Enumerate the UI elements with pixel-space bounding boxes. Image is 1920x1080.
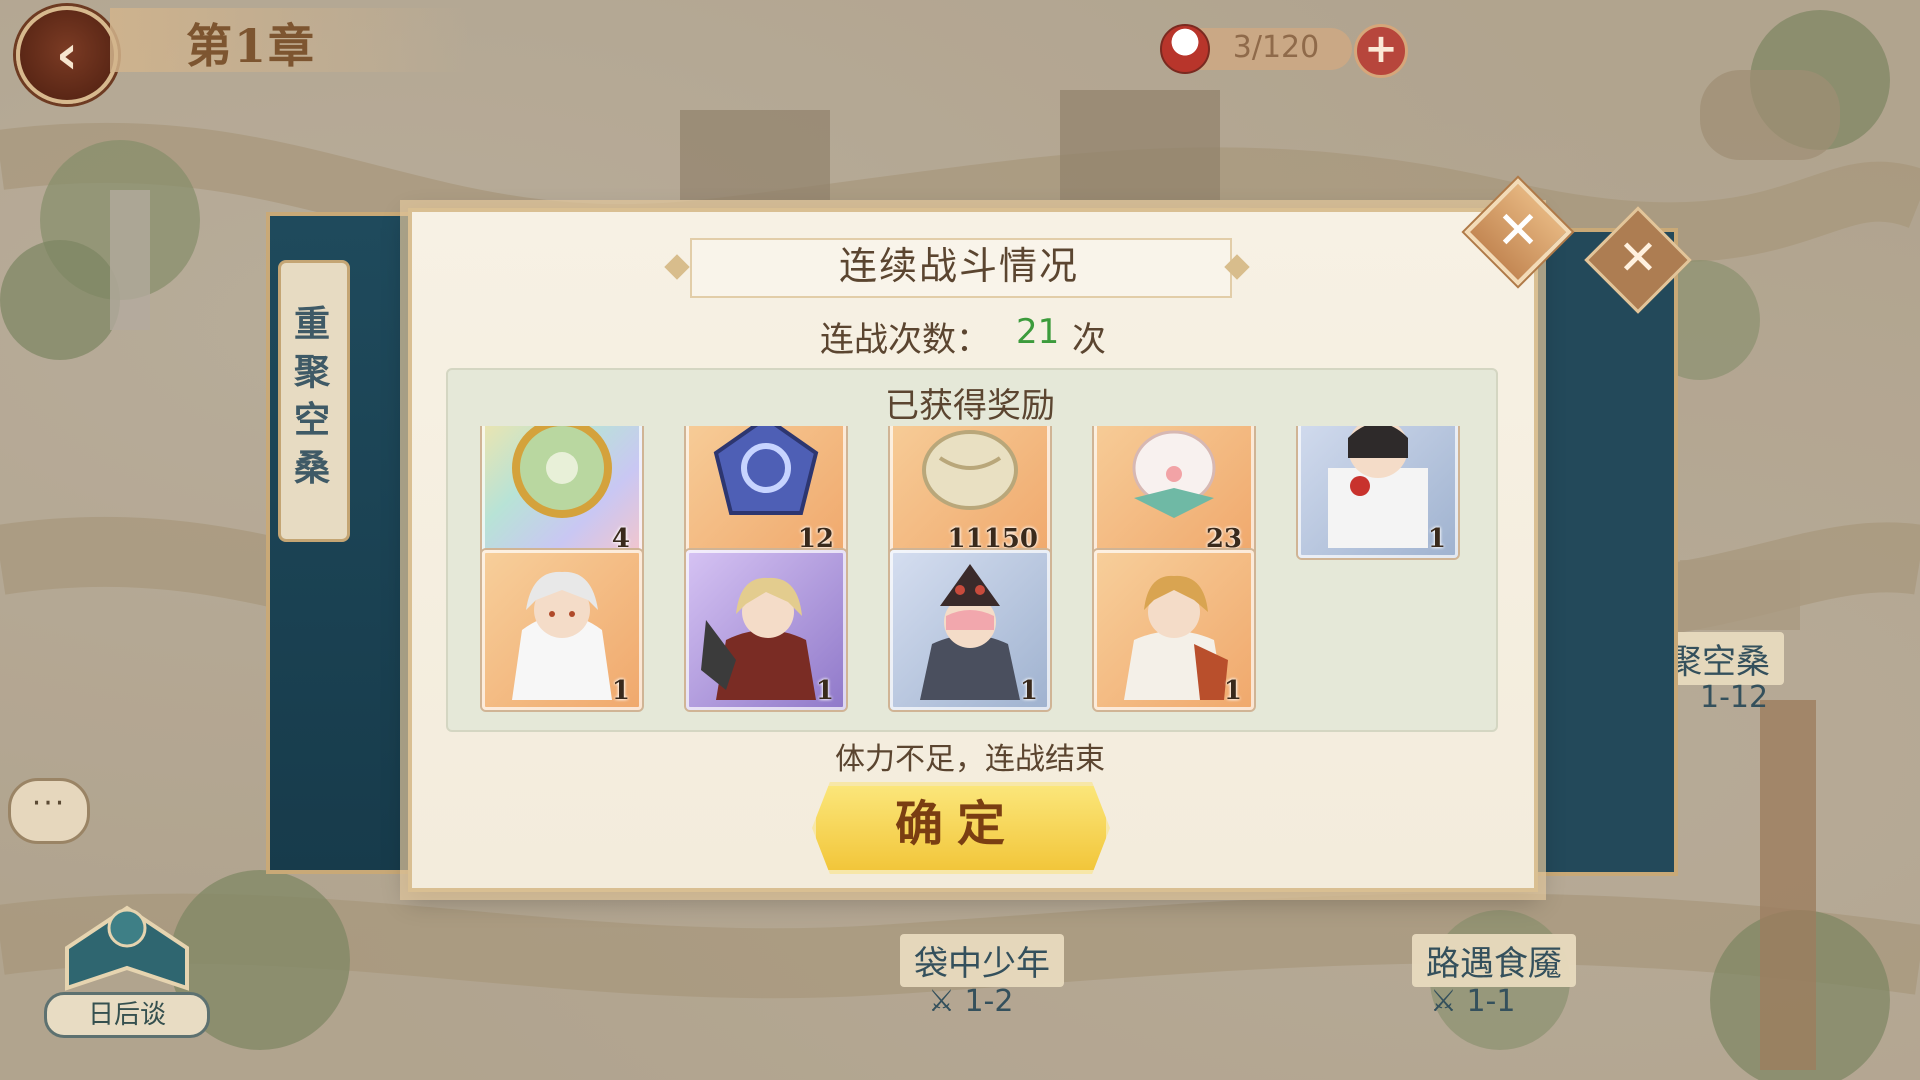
reward-item-card[interactable]: 23 — [1094, 426, 1254, 558]
reward-count: 1 — [815, 676, 834, 706]
reward-count: 1 — [1427, 524, 1446, 554]
stage-code: 1-1 — [1466, 984, 1516, 1019]
reward-character-card[interactable]: 1 — [890, 550, 1050, 710]
chapter-title: 第1章 — [186, 19, 317, 73]
stage-sub-1-2: ⚔ 1-2 — [928, 984, 1014, 1019]
stage-label-1-1[interactable]: 路遇食魇 — [1412, 934, 1576, 987]
reward-count: 1 — [611, 676, 630, 706]
reward-item-card[interactable]: 4 — [482, 426, 642, 558]
back-button[interactable]: ‹ — [16, 6, 118, 104]
chat-bubble-button[interactable]: ··· — [8, 778, 90, 844]
close-x-icon: ✕ — [1617, 230, 1659, 286]
epilogue-button[interactable]: 日后谈 — [44, 992, 210, 1038]
back-arrow-icon: ‹ — [55, 23, 79, 86]
book-icon[interactable] — [52, 888, 202, 998]
reward-title: 已获得奖励 — [885, 386, 1055, 426]
add-stamina-button[interactable]: + — [1354, 24, 1408, 78]
battle-count-value: 21 — [1016, 312, 1060, 352]
stage-sub-1-1: ⚔ 1-1 — [1430, 984, 1516, 1019]
confirm-button-label[interactable]: 确定 — [812, 782, 1102, 866]
stage-label-1-2[interactable]: 袋中少年 — [900, 934, 1064, 987]
battle-count-unit: 次 — [1072, 320, 1106, 360]
reward-count: 1 — [1223, 676, 1242, 706]
close-x-icon: ✕ — [1496, 201, 1540, 261]
reward-character-card[interactable]: 1 — [1298, 426, 1458, 558]
battle-end-message: 体力不足，连战结束 — [835, 742, 1105, 777]
reward-character-card[interactable]: 1 — [686, 550, 846, 710]
stamina-value: 3/120 — [1232, 30, 1320, 65]
reward-grid[interactable]: 4 12 11150 23 1 1 1 1 1 — [446, 426, 1494, 722]
reward-character-card[interactable]: 1 — [1094, 550, 1254, 710]
chapter-tab-label: 重聚空桑 — [293, 303, 330, 489]
reward-item-card[interactable]: 11150 — [890, 426, 1050, 558]
stage-detail-panel — [1520, 228, 1678, 876]
reward-character-card[interactable]: 1 — [482, 550, 642, 710]
dialog-title: 连续战斗情况 — [838, 244, 1079, 288]
stage-sub-1-12: 1-12 — [1700, 680, 1769, 715]
stage-code: 1-2 — [964, 984, 1014, 1019]
reward-count: 1 — [1019, 676, 1038, 706]
battle-count-label: 连战次数： — [820, 320, 990, 360]
rice-bowl-icon — [1160, 24, 1210, 74]
reward-item-card[interactable]: 12 — [686, 426, 846, 558]
